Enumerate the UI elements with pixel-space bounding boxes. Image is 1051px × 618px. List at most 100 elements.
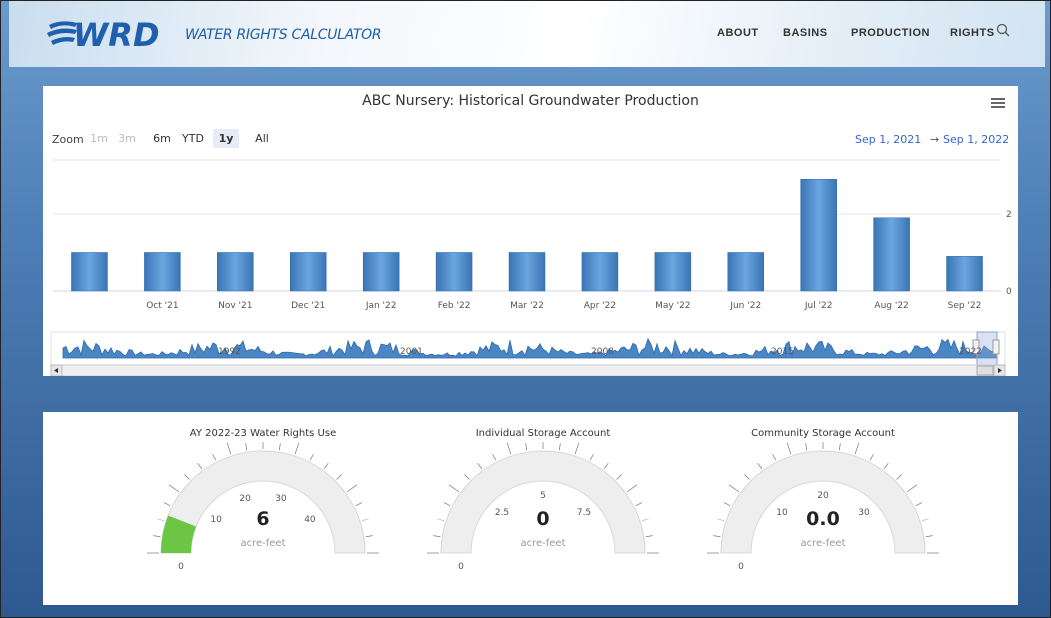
gauge-tick <box>728 484 740 493</box>
gauge-tick <box>757 462 763 470</box>
gauge-min-label: 0 <box>738 562 744 572</box>
gauge-tick <box>635 502 643 507</box>
navigator[interactable]: 1992 2001 2008 2015 2022 <box>50 331 1006 366</box>
nav-about[interactable]: ABOUT <box>717 27 759 39</box>
gauge-tick <box>184 474 190 480</box>
x-tick-label: Nov '21 <box>218 301 252 311</box>
x-tick-label: Sep '22 <box>948 301 982 311</box>
gauge-tick <box>294 442 300 455</box>
chart-bar[interactable] <box>289 252 327 292</box>
chart-bar[interactable] <box>727 252 765 292</box>
gauge-unit: acre-feet <box>800 538 846 549</box>
navigator-tick-label: 1992 <box>218 347 241 357</box>
gauge-tick <box>574 442 580 455</box>
y-axis-labels: 02 <box>1006 210 1012 297</box>
gauge-tick <box>365 535 373 538</box>
scrollbar-thumb[interactable] <box>976 365 994 376</box>
gauge-tick <box>245 443 248 451</box>
chart-bar[interactable] <box>435 252 473 292</box>
chart-bar[interactable] <box>654 252 692 292</box>
gauge-tick <box>153 535 161 538</box>
gauge-tick <box>492 453 497 461</box>
gauge-tick <box>355 502 363 507</box>
app-window: WRD WATER RIGHTS CALCULATOR ABOUT BASINS… <box>0 0 1051 618</box>
gauge-tick <box>744 474 750 480</box>
gauge-tick <box>616 474 622 480</box>
chart-bar[interactable] <box>217 252 254 292</box>
gauge-tick <box>558 443 561 451</box>
chart-bar[interactable] <box>946 256 983 292</box>
gauge-tick <box>883 462 889 470</box>
gauge-tick <box>915 502 923 507</box>
gauge-tick <box>723 502 731 507</box>
navigator-tick-label: 2022 <box>959 347 982 357</box>
x-tick-label: Jan '22 <box>365 301 397 311</box>
search-icon[interactable] <box>994 21 1014 41</box>
chart-bar[interactable] <box>508 252 546 292</box>
gauge-tick <box>309 453 314 461</box>
y-tick-label: 2 <box>1006 210 1012 220</box>
x-tick-label: Jul '22 <box>804 301 833 311</box>
gauge-min-label: 0 <box>458 562 464 572</box>
gauge-title: Community Storage Account <box>751 428 895 439</box>
gauges-panel: 10 20 30 40 0 AY 2022-23 Water Rights Use 6 … <box>43 412 1018 605</box>
gauge-tick <box>197 462 203 470</box>
x-tick-label: May '22 <box>655 301 690 311</box>
chart-bar[interactable] <box>71 252 108 292</box>
gauge-individual-storage: 2.5 5 7.5 0 Individual Storage Account 0 ac… <box>413 412 673 605</box>
x-tick-label: Dec '21 <box>291 301 325 311</box>
gauge-tick <box>278 443 281 451</box>
gauge-min-label: 0 <box>178 562 184 572</box>
gauge-community-storage: 10 20 30 0 Community Storage Account 0.0 ac… <box>693 412 953 605</box>
gauge-water-rights-use: 10 20 30 40 0 AY 2022-23 Water Rights Use 6 … <box>133 412 393 605</box>
gauge-tick <box>168 484 180 493</box>
chart-bar[interactable] <box>362 252 400 292</box>
gauge-tick <box>443 502 451 507</box>
gauge-tick <box>896 474 902 480</box>
x-tick-label: Jun '22 <box>729 301 761 311</box>
gauge-tick <box>906 484 918 493</box>
chart-bar[interactable] <box>144 252 181 292</box>
gauge-tick <box>869 453 874 461</box>
production-bar-chart: Oct '21 Nov '21 Dec '21 Jan '22 Feb '22 Mar '… <box>50 159 1012 376</box>
gauge-scale-label: 20 <box>817 491 829 501</box>
logo-text: WRD <box>73 16 160 51</box>
gauge-tick <box>163 502 171 507</box>
gauge-value: 6 <box>256 508 270 530</box>
wrd-logo[interactable]: WRD <box>47 15 187 51</box>
production-chart-panel: ABC Nursery: Historical Groundwater Prod… <box>43 86 1018 376</box>
nav-basins[interactable]: BASINS <box>783 27 828 39</box>
navigator-tick-label: 2001 <box>400 347 423 357</box>
nav-rights[interactable]: RIGHTS <box>950 27 995 39</box>
chart-bar[interactable] <box>873 217 910 292</box>
navigator-tick-label: 2015 <box>771 347 794 357</box>
gauge-value: 0.0 <box>806 508 840 530</box>
gauge-tick <box>448 484 460 493</box>
gauge-unit: acre-feet <box>520 538 566 549</box>
gauge-tick <box>506 442 512 455</box>
gauge-tick <box>525 443 528 451</box>
chart-bar[interactable] <box>581 252 619 292</box>
gauge-tick <box>336 474 342 480</box>
gauge-scale-label: 30 <box>275 494 287 504</box>
scrollbar[interactable] <box>50 364 1006 376</box>
gauge-tick <box>212 453 217 461</box>
gauge-tick <box>645 535 653 538</box>
gauge-tick <box>772 453 777 461</box>
y-tick-label: 0 <box>1006 287 1012 297</box>
chart-bar[interactable] <box>800 179 837 292</box>
gauge-tick <box>626 484 638 493</box>
gauge-tick <box>323 462 329 470</box>
gauge-tick <box>433 535 441 538</box>
navigator-right-handle[interactable] <box>992 339 1000 355</box>
gauge-tick <box>838 443 841 451</box>
chart-bars <box>71 179 983 292</box>
gauge-title: AY 2022-23 Water Rights Use <box>189 428 337 439</box>
x-tick-label: Apr '22 <box>584 301 616 311</box>
gauge-title: Individual Storage Account <box>475 428 611 439</box>
gauge-scale-label: 5 <box>540 491 546 501</box>
x-tick-label: Aug '22 <box>874 301 908 311</box>
nav-production[interactable]: PRODUCTION <box>851 27 930 39</box>
site-header: WRD WATER RIGHTS CALCULATOR ABOUT BASINS… <box>9 1 1045 67</box>
gauge-tick <box>854 442 860 455</box>
